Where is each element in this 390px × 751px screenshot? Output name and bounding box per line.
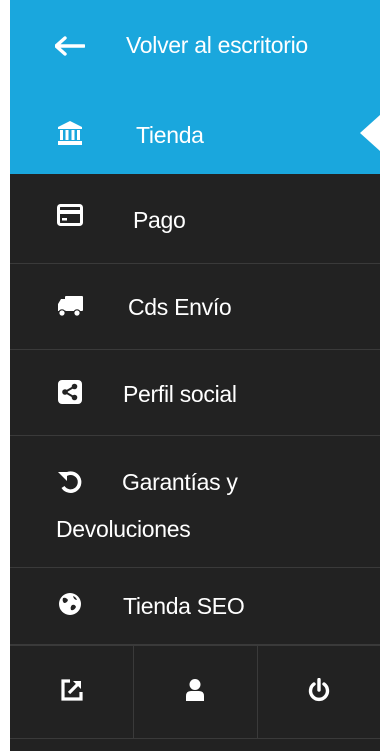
sidebar-item-pago[interactable]: Pago (10, 174, 380, 264)
back-to-dashboard-link[interactable]: Volver al escritorio (10, 0, 380, 92)
sidebar-item-label: Cds Envío (128, 294, 232, 320)
sidebar-item-envio[interactable]: Cds Envío (10, 264, 380, 350)
sidebar-item-garantias[interactable]: Garantías y Devoluciones (10, 436, 380, 568)
open-store-button[interactable] (10, 646, 134, 738)
share-icon (54, 376, 86, 408)
back-to-dashboard-label: Volver al escritorio (126, 32, 308, 58)
credit-card-icon (54, 199, 86, 231)
sidebar-item-label: Tienda SEO (123, 593, 245, 619)
active-indicator (360, 115, 380, 151)
globe-icon (54, 588, 86, 620)
arrow-left-icon (54, 30, 86, 62)
sidebar-footer (10, 645, 380, 739)
logout-button[interactable] (257, 646, 380, 738)
sidebar-item-tienda[interactable]: Tienda (10, 92, 380, 174)
sidebar-item-label-line2: Devoluciones (56, 516, 191, 542)
profile-button[interactable] (133, 646, 258, 738)
store-settings-sidebar: Volver al escritorio Tienda Pago Cds Env… (10, 0, 380, 751)
sidebar-item-label: Perfil social (123, 381, 237, 407)
sidebar-item-tienda-seo[interactable]: Tienda SEO (10, 568, 380, 645)
external-link-icon (60, 678, 84, 707)
sidebar-item-label-line1: Garantías y (122, 469, 238, 495)
undo-icon (54, 466, 86, 498)
truck-icon (54, 290, 86, 322)
user-icon (185, 678, 205, 707)
sidebar-item-label: Pago (133, 207, 186, 233)
sidebar-item-perfil-social[interactable]: Perfil social (10, 350, 380, 436)
bank-icon (54, 117, 86, 149)
sidebar-item-label: Tienda (136, 122, 204, 148)
power-icon (308, 677, 330, 707)
